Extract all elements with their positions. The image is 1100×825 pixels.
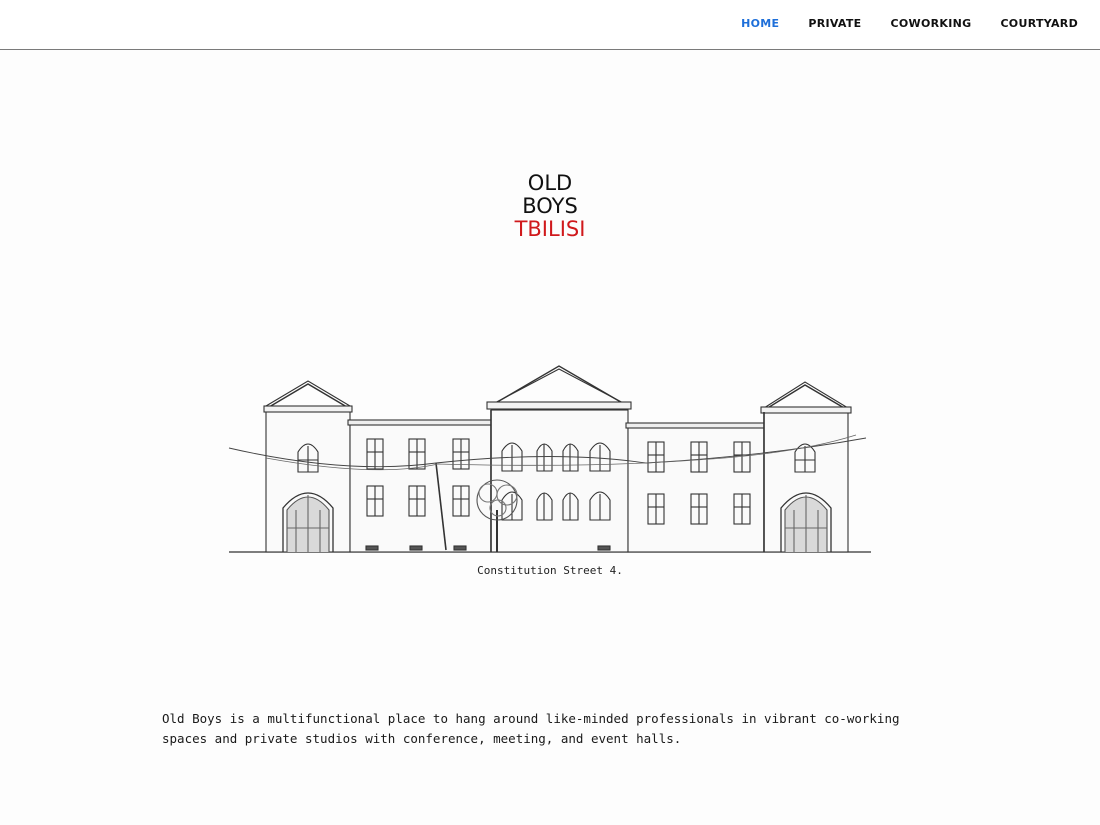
left-wing — [347, 419, 494, 553]
nav-private-link[interactable]: PRIVATE — [808, 17, 861, 30]
main-nav: HOME PRIVATE COWORKING COURTYARD — [741, 17, 1078, 30]
logo-line-tbilisi: TBILISI — [514, 217, 586, 241]
building-sketch-illustration — [228, 365, 871, 553]
logo-line-old: OLD — [527, 171, 573, 195]
nav-coworking-link[interactable]: COWORKING — [891, 17, 972, 30]
page: HOME PRIVATE COWORKING COURTYARD OLD BOY… — [0, 0, 1100, 825]
top-navigation-bar: HOME PRIVATE COWORKING COURTYARD — [0, 0, 1100, 50]
right-tower — [760, 381, 852, 553]
left-tower — [263, 380, 353, 553]
image-caption: Constitution Street 4. — [477, 564, 623, 577]
nav-courtyard-link[interactable]: COURTYARD — [1000, 17, 1078, 30]
right-wing — [625, 422, 767, 553]
logo-line-boys: BOYS — [522, 194, 578, 218]
nav-home-link[interactable]: HOME — [741, 17, 779, 30]
site-logo: OLD BOYS TBILISI — [0, 172, 1100, 241]
intro-paragraph: Old Boys is a multifunctional place to h… — [162, 711, 900, 746]
